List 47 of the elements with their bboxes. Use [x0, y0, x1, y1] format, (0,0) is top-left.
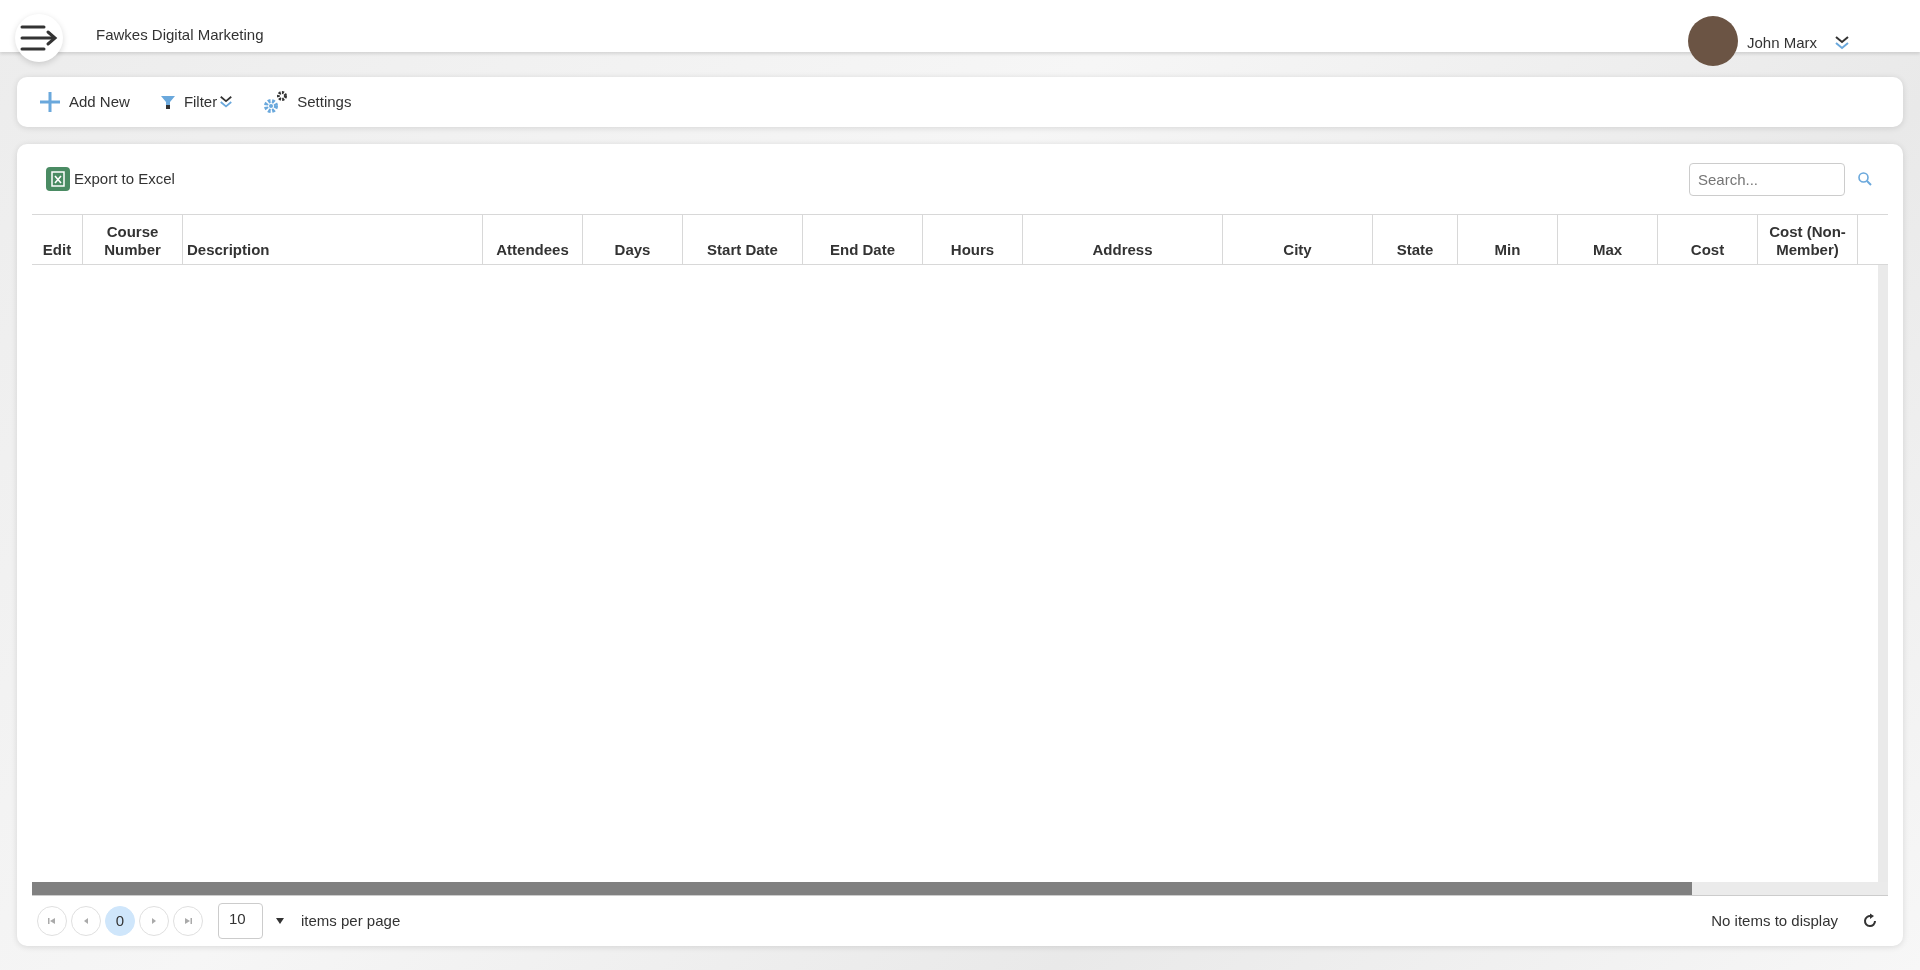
page-button[interactable]: 0	[105, 906, 135, 936]
funnel-icon	[159, 94, 176, 110]
horizontal-scrollbar[interactable]	[32, 882, 1888, 896]
column-header[interactable]: End Date	[802, 215, 922, 264]
column-header[interactable]: Edit	[32, 215, 82, 264]
column-header[interactable]: City	[1222, 215, 1372, 264]
column-header[interactable]: Course Number	[82, 215, 182, 264]
previous-page-button[interactable]	[71, 906, 101, 936]
filter-button[interactable]: Filter	[155, 90, 238, 114]
pager-status: No items to display	[1711, 910, 1838, 931]
column-header[interactable]: Min	[1457, 215, 1557, 264]
gears-icon	[263, 90, 290, 114]
add-button[interactable]: Add New	[35, 90, 134, 114]
plus-icon	[39, 91, 61, 113]
chevron-icon	[219, 95, 234, 109]
user-name[interactable]: John Marx	[1746, 31, 1817, 55]
excel-icon	[46, 167, 70, 191]
dropdown-icon[interactable]	[275, 917, 285, 925]
column-header[interactable]: State	[1372, 215, 1457, 264]
next-page-button[interactable]	[139, 906, 169, 936]
search-field[interactable]: Search...	[1689, 162, 1845, 196]
column-header[interactable]: Address	[1022, 215, 1222, 264]
page-size-field[interactable]: 10	[218, 903, 263, 939]
first-page-icon	[47, 916, 57, 926]
items-per-page-label: items per page	[301, 910, 401, 931]
settings-button[interactable]: Settings	[259, 90, 356, 114]
chevron-icon[interactable]	[1834, 35, 1850, 51]
search-icon[interactable]	[1857, 171, 1873, 187]
last-page-button[interactable]	[173, 906, 203, 936]
column-header[interactable]: Days	[582, 215, 682, 264]
refresh-icon[interactable]	[1862, 913, 1878, 929]
column-header[interactable]: Hours	[922, 215, 1022, 264]
column-header[interactable]: Cost (Non-Member)	[1757, 215, 1857, 264]
scrollbar-thumb[interactable]	[32, 882, 1692, 895]
column-header[interactable]: Attendees	[482, 215, 582, 264]
first-page-button[interactable]	[37, 906, 67, 936]
column-header[interactable]: Description	[182, 215, 482, 264]
column-header[interactable]: Start Date	[682, 215, 802, 264]
last-page-icon	[183, 916, 193, 926]
column-header[interactable]: Cost	[1657, 215, 1757, 264]
user-avatar	[1687, 16, 1738, 66]
menu-icon	[20, 24, 58, 52]
vertical-scrollbar[interactable]	[1878, 265, 1888, 882]
column-header[interactable]: Max	[1557, 215, 1657, 264]
export-button[interactable]: Export to Excel	[46, 167, 175, 191]
menu-button[interactable]	[15, 14, 63, 62]
app-title: Fawkes Digital Marketing	[96, 25, 264, 45]
